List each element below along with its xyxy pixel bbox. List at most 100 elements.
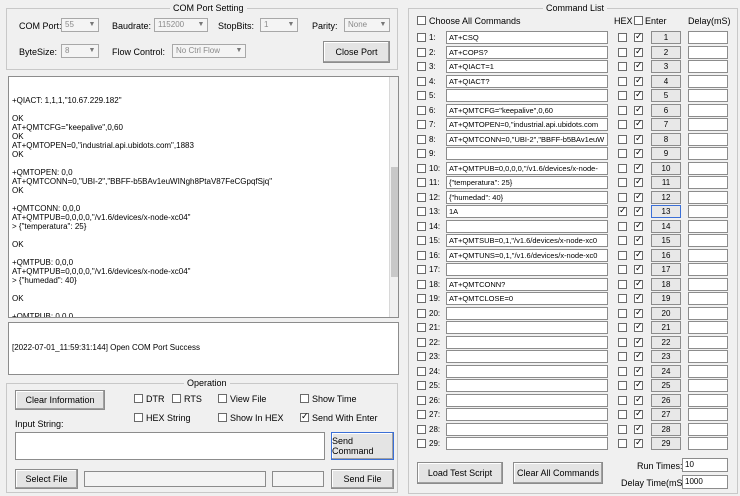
command-send-button[interactable]: 22 xyxy=(651,336,681,349)
command-hex-checkbox[interactable] xyxy=(618,33,627,42)
rts-checkbox[interactable] xyxy=(172,394,181,403)
command-hex-checkbox[interactable] xyxy=(618,323,627,332)
show-time-checkbox[interactable] xyxy=(300,394,309,403)
command-hex-checkbox[interactable] xyxy=(618,149,627,158)
close-port-button[interactable]: Close Port xyxy=(323,41,390,63)
command-select-checkbox[interactable] xyxy=(417,323,426,332)
command-hex-checkbox[interactable] xyxy=(618,135,627,144)
parity-select[interactable]: None ▼ xyxy=(344,18,390,32)
command-send-button[interactable]: 8 xyxy=(651,133,681,146)
send-with-enter-checkbox[interactable] xyxy=(300,411,309,422)
command-delay-input[interactable] xyxy=(688,321,728,334)
command-input[interactable] xyxy=(446,263,608,276)
command-input[interactable] xyxy=(446,89,608,102)
command-enter-checkbox[interactable] xyxy=(634,205,643,216)
command-delay-input[interactable] xyxy=(688,104,728,117)
dtr-checkbox[interactable] xyxy=(134,394,143,403)
command-enter-checkbox[interactable] xyxy=(634,46,643,57)
command-delay-input[interactable] xyxy=(688,75,728,88)
command-select-checkbox[interactable] xyxy=(417,280,426,289)
command-select-checkbox[interactable] xyxy=(417,91,426,100)
command-send-button[interactable]: 29 xyxy=(651,437,681,450)
command-select-checkbox[interactable] xyxy=(417,439,426,448)
command-select-checkbox[interactable] xyxy=(417,265,426,274)
command-send-button[interactable]: 2 xyxy=(651,46,681,59)
command-hex-checkbox[interactable] xyxy=(618,62,627,71)
command-send-button[interactable]: 23 xyxy=(651,350,681,363)
command-input[interactable]: AT+QMTCLOSE=0 xyxy=(446,292,608,305)
command-hex-checkbox[interactable] xyxy=(618,265,627,274)
command-hex-checkbox[interactable] xyxy=(618,48,627,57)
choose-all-commands-checkbox[interactable] xyxy=(417,16,426,25)
view-file-checkbox[interactable] xyxy=(218,394,227,403)
command-enter-checkbox[interactable] xyxy=(634,423,643,434)
command-enter-checkbox[interactable] xyxy=(634,292,643,303)
command-select-checkbox[interactable] xyxy=(417,381,426,390)
command-send-button[interactable]: 18 xyxy=(651,278,681,291)
command-input[interactable]: AT+QMTSUB=0,1,"/v1.6/devices/x-node-xc0 xyxy=(446,234,608,247)
command-send-button[interactable]: 26 xyxy=(651,394,681,407)
command-delay-input[interactable] xyxy=(688,263,728,276)
command-send-button[interactable]: 27 xyxy=(651,408,681,421)
select-file-button[interactable]: Select File xyxy=(15,469,78,489)
command-input[interactable]: AT+QMTCONN=0,"UBI-2","BBFF-b5BAv1euW xyxy=(446,133,608,146)
command-delay-input[interactable] xyxy=(688,133,728,146)
command-input[interactable] xyxy=(446,350,608,363)
command-select-checkbox[interactable] xyxy=(417,236,426,245)
command-select-checkbox[interactable] xyxy=(417,294,426,303)
command-select-checkbox[interactable] xyxy=(417,48,426,57)
command-input[interactable]: AT+QMTPUB=0,0,0,0,"/v1.6/devices/x-node- xyxy=(446,162,608,175)
command-input[interactable] xyxy=(446,379,608,392)
command-delay-input[interactable] xyxy=(688,89,728,102)
command-hex-checkbox[interactable] xyxy=(618,381,627,390)
command-enter-checkbox[interactable] xyxy=(634,336,643,347)
command-input[interactable] xyxy=(446,307,608,320)
command-delay-input[interactable] xyxy=(688,118,728,131)
command-input[interactable]: 1A xyxy=(446,205,608,218)
show-in-hex-checkbox[interactable] xyxy=(218,413,227,422)
command-select-checkbox[interactable] xyxy=(417,207,426,216)
command-enter-checkbox[interactable] xyxy=(634,307,643,318)
command-input[interactable] xyxy=(446,336,608,349)
command-hex-checkbox[interactable] xyxy=(618,91,627,100)
command-hex-checkbox[interactable] xyxy=(618,222,627,231)
command-enter-checkbox[interactable] xyxy=(634,249,643,260)
command-select-checkbox[interactable] xyxy=(417,410,426,419)
command-send-button[interactable]: 19 xyxy=(651,292,681,305)
command-hex-checkbox[interactable] xyxy=(618,251,627,260)
command-delay-input[interactable] xyxy=(688,379,728,392)
command-select-checkbox[interactable] xyxy=(417,193,426,202)
command-select-checkbox[interactable] xyxy=(417,62,426,71)
command-hex-checkbox[interactable] xyxy=(618,352,627,361)
command-select-checkbox[interactable] xyxy=(417,77,426,86)
command-send-button[interactable]: 15 xyxy=(651,234,681,247)
command-enter-checkbox[interactable] xyxy=(634,133,643,144)
command-hex-checkbox[interactable] xyxy=(618,164,627,173)
command-input[interactable] xyxy=(446,437,608,450)
command-input[interactable]: AT+CSQ xyxy=(446,31,608,44)
command-input[interactable]: AT+COPS? xyxy=(446,46,608,59)
command-delay-input[interactable] xyxy=(688,205,728,218)
command-send-button[interactable]: 3 xyxy=(651,60,681,73)
command-hex-checkbox[interactable] xyxy=(618,205,627,216)
command-delay-input[interactable] xyxy=(688,46,728,59)
command-send-button[interactable]: 5 xyxy=(651,89,681,102)
command-send-button[interactable]: 11 xyxy=(651,176,681,189)
receive-log[interactable]: +QIACT: 1,1,1,"10.67.229.182" OK AT+QMTCFG… xyxy=(8,76,399,318)
command-hex-checkbox[interactable] xyxy=(618,236,627,245)
command-select-checkbox[interactable] xyxy=(417,164,426,173)
command-enter-checkbox[interactable] xyxy=(634,234,643,245)
command-input[interactable] xyxy=(446,394,608,407)
command-input[interactable]: AT+QMTCFG="keepalive",0,60 xyxy=(446,104,608,117)
command-input[interactable] xyxy=(446,321,608,334)
command-input[interactable]: AT+QMTUNS=0,1,"/v1.6/devices/x-node-xc0 xyxy=(446,249,608,262)
command-hex-checkbox[interactable] xyxy=(618,439,627,448)
command-input[interactable] xyxy=(446,220,608,233)
file-path-field[interactable] xyxy=(84,471,266,487)
command-input[interactable]: {"temperatura": 25} xyxy=(446,176,608,189)
command-select-checkbox[interactable] xyxy=(417,135,426,144)
command-send-button[interactable]: 24 xyxy=(651,365,681,378)
command-enter-checkbox[interactable] xyxy=(634,263,643,274)
command-input[interactable]: AT+QMTCONN? xyxy=(446,278,608,291)
command-select-checkbox[interactable] xyxy=(417,251,426,260)
